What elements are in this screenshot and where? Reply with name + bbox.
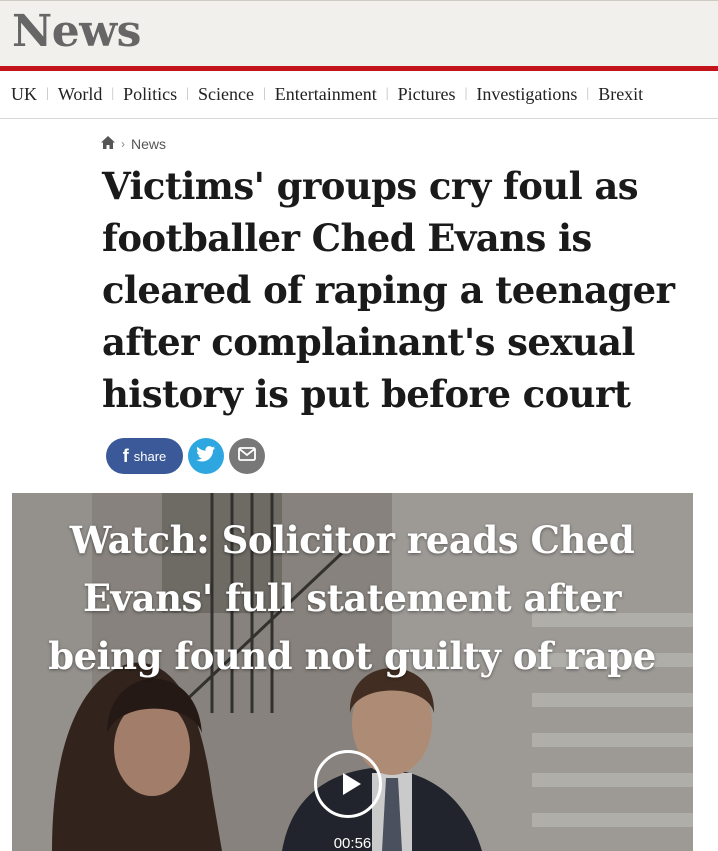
nav-divider: | (586, 86, 590, 101)
nav-item-world[interactable]: World (58, 84, 103, 105)
email-share-button[interactable] (229, 438, 265, 474)
nav-item-investigations[interactable]: Investigations (476, 84, 577, 105)
nav-list: UK | World | Politics | Science | Entert… (0, 71, 718, 117)
email-icon (238, 446, 256, 466)
play-icon (343, 773, 361, 795)
facebook-share-button[interactable]: f share (106, 438, 183, 474)
facebook-share-label: share (133, 448, 167, 464)
home-icon[interactable] (101, 136, 115, 152)
nav-item-brexit[interactable]: Brexit (598, 84, 643, 105)
nav-divider: | (186, 86, 189, 101)
section-nav: UK | World | Politics | Science | Entert… (0, 71, 718, 119)
nav-item-politics[interactable]: Politics (123, 84, 177, 105)
nav-divider: | (464, 86, 468, 101)
nav-item-science[interactable]: Science (198, 84, 254, 105)
nav-divider: | (262, 86, 266, 101)
breadcrumb: › News (101, 136, 166, 152)
twitter-icon (196, 445, 216, 467)
nav-item-pictures[interactable]: Pictures (398, 84, 456, 105)
nav-item-entertainment[interactable]: Entertainment (275, 84, 377, 105)
chevron-right-icon: › (121, 137, 125, 151)
breadcrumb-section[interactable]: News (131, 136, 166, 152)
play-button[interactable] (314, 750, 382, 818)
masthead: News (0, 0, 718, 66)
video-duration: 00:56 (333, 835, 372, 851)
nav-divider: | (111, 86, 115, 101)
twitter-share-button[interactable] (188, 438, 224, 474)
video-player[interactable]: Watch: Solicitor reads Ched Evans' full … (12, 493, 693, 851)
article-headline: Victims' groups cry foul as footballer C… (102, 164, 675, 416)
site-brand[interactable]: News (12, 6, 141, 58)
nav-item-uk[interactable]: UK (11, 84, 37, 105)
nav-divider: | (385, 86, 389, 101)
share-bar: f share (106, 438, 265, 474)
facebook-icon: f (122, 445, 129, 466)
video-title: Watch: Solicitor reads Ched Evans' full … (48, 518, 656, 678)
nav-divider: | (46, 86, 49, 101)
